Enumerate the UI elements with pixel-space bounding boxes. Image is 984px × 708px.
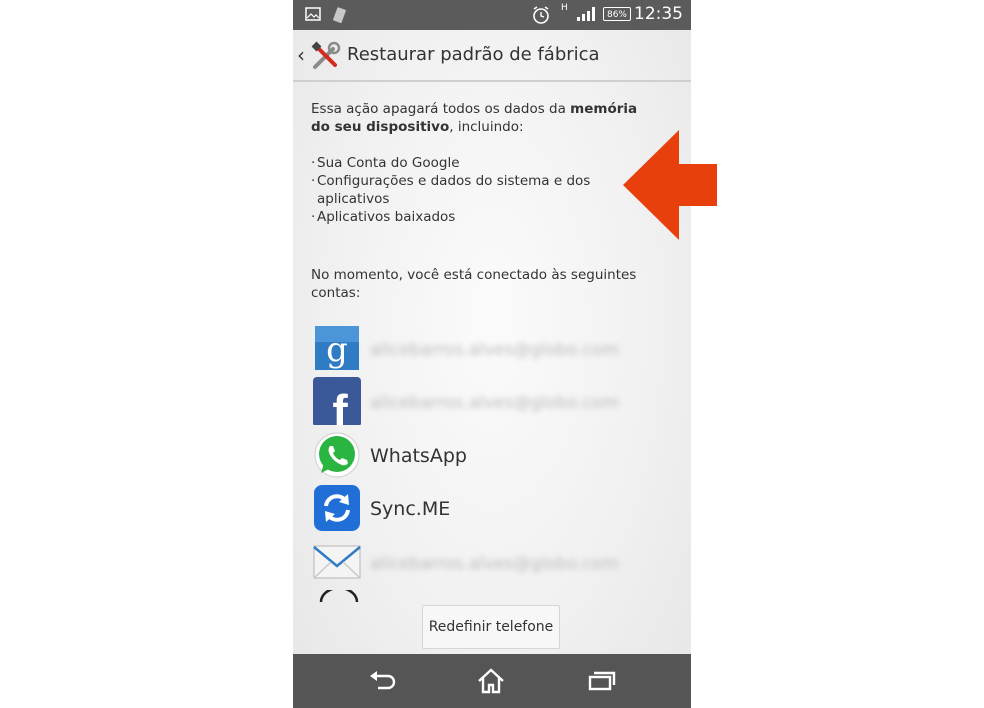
google-icon: g (315, 326, 359, 370)
account-whatsapp: WhatsApp (313, 431, 673, 481)
clock: 12:35 (634, 4, 683, 24)
list-item: Aplicativos baixados (311, 208, 656, 226)
email-icon (313, 545, 361, 579)
status-bar: H 86% 12:35 (293, 0, 691, 30)
list-item: Sua Conta do Google (311, 154, 656, 172)
warning-prefix: Essa ação apagará todos os dados da (311, 101, 571, 117)
recent-apps-icon (588, 671, 616, 691)
back-button[interactable] (365, 666, 401, 696)
settings-tools-icon[interactable] (311, 41, 341, 71)
recent-apps-button[interactable] (583, 666, 619, 696)
alarm-icon (533, 6, 549, 24)
svg-text:f: f (332, 385, 348, 425)
account-name: Sync.ME (370, 498, 451, 520)
phone-screen: H 86% 12:35 ‹ Restaurar padrão de fábric… (293, 0, 691, 708)
whatsapp-icon (314, 432, 360, 478)
facebook-icon: f (313, 377, 361, 425)
action-bar: ‹ Restaurar padrão de fábrica (293, 30, 691, 82)
device-notification-icon (333, 7, 346, 23)
back-arrow-icon (370, 671, 396, 690)
account-sync-me: Sync.ME (313, 484, 673, 534)
partial-account-icon (319, 590, 359, 603)
account-google: g alicebarros.alves@globo.com (313, 324, 673, 374)
svg-text:g: g (326, 330, 348, 370)
sync-me-icon (314, 485, 360, 531)
warning-text: Essa ação apagará todos os dados da memó… (311, 100, 656, 136)
account-name: alicebarros.alves@globo.com (370, 393, 619, 413)
signal-icon (577, 7, 595, 21)
account-name: alicebarros.alves@globo.com (370, 340, 619, 360)
home-icon (478, 668, 504, 694)
account-facebook: f alicebarros.alves@globo.com (313, 377, 673, 427)
account-name: alicebarros.alves@globo.com (370, 554, 619, 574)
battery-indicator: 86% (603, 7, 631, 21)
annotation-arrow-icon (623, 130, 717, 240)
reset-phone-button[interactable]: Redefinir telefone (422, 605, 560, 649)
back-chevron-icon[interactable]: ‹ (297, 45, 305, 65)
home-button[interactable] (473, 666, 509, 696)
warning-suffix: , incluindo: (449, 119, 524, 135)
account-name: WhatsApp (370, 445, 467, 467)
accounts-intro-text: No momento, você está conectado às segui… (311, 267, 637, 301)
erase-list: Sua Conta do Google Configurações e dado… (311, 154, 656, 226)
account-email: alicebarros.alves@globo.com (313, 538, 673, 588)
page-title: Restaurar padrão de fábrica (347, 44, 600, 65)
list-item: Configurações e dados do sistema e dos a… (311, 172, 656, 208)
gallery-notification-icon (305, 7, 321, 21)
network-type-label: H (561, 3, 568, 13)
navigation-bar (293, 654, 691, 708)
